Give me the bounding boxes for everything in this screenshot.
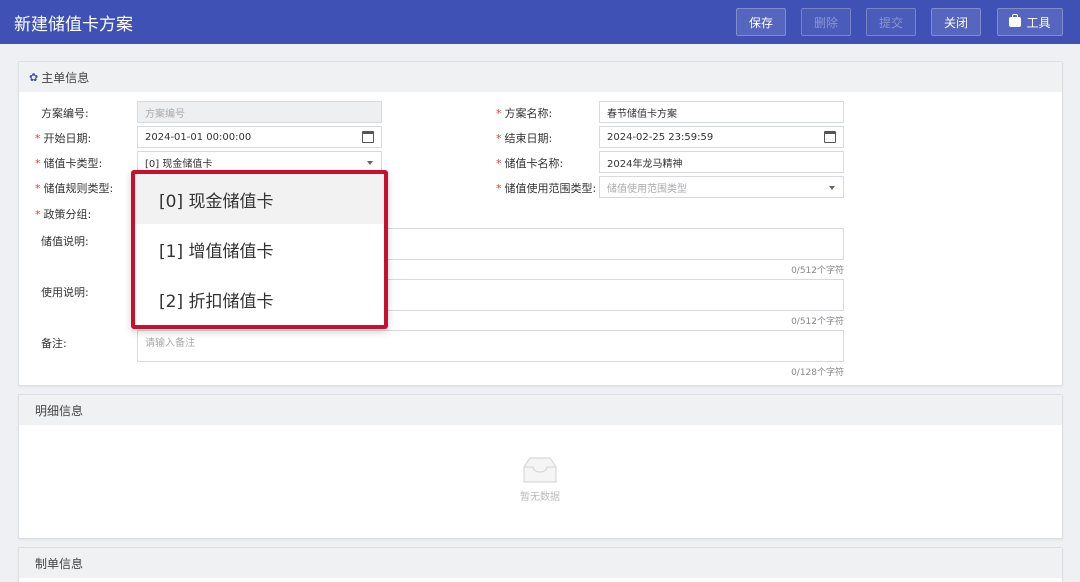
card-name-label: * 储值卡名称: bbox=[496, 157, 564, 170]
app-header: 新建储值卡方案 保存 删除 提交 关闭 工具 bbox=[0, 0, 1080, 44]
stored-desc-label: 储值说明: bbox=[41, 235, 89, 248]
card-type-value: [0] 现金储值卡 bbox=[145, 158, 213, 170]
detail-info-header: 明细信息 bbox=[19, 395, 1062, 425]
tools-button[interactable]: 工具 bbox=[997, 8, 1063, 36]
card-type-option-0[interactable]: [0] 现金储值卡 bbox=[135, 174, 384, 224]
detail-info-title: 明细信息 bbox=[35, 403, 84, 418]
stored-desc-counter: 0/512个字符 bbox=[791, 266, 844, 276]
maker-info-panel: 制单信息 bbox=[18, 547, 1063, 582]
main-info-header: ✿ 主单信息 bbox=[19, 62, 1062, 92]
maker-info-header: 制单信息 bbox=[19, 548, 1062, 578]
save-button[interactable]: 保存 bbox=[736, 8, 786, 36]
close-button[interactable]: 关闭 bbox=[931, 8, 981, 36]
empty-text: 暂无数据 bbox=[520, 492, 560, 503]
scope-type-label: * 储值使用范围类型: bbox=[496, 182, 597, 195]
delete-button[interactable]: 删除 bbox=[801, 8, 851, 36]
calendar-icon[interactable] bbox=[362, 131, 374, 143]
remark-counter: 0/128个字符 bbox=[791, 368, 844, 378]
scope-type-placeholder: 储值使用范围类型 bbox=[607, 183, 687, 195]
card-name-input[interactable]: 2024年龙马精神 bbox=[599, 151, 844, 173]
toolbox-icon bbox=[1009, 14, 1022, 27]
usage-desc-label: 使用说明: bbox=[41, 286, 89, 299]
scheme-name-label: * 方案名称: bbox=[496, 107, 553, 120]
end-date-label: * 结束日期: bbox=[496, 132, 553, 145]
policy-group-label: * 政策分组: bbox=[35, 208, 92, 221]
calendar-icon[interactable] bbox=[824, 131, 836, 143]
submit-button[interactable]: 提交 bbox=[866, 8, 916, 36]
empty-inbox-icon bbox=[523, 457, 557, 483]
card-type-dropdown: [0] 现金储值卡 [1] 增值储值卡 [2] 折扣储值卡 bbox=[131, 170, 388, 329]
card-type-option-1[interactable]: [1] 增值储值卡 bbox=[135, 224, 384, 274]
end-date-input[interactable]: 2024-02-25 23:59:59 bbox=[599, 126, 844, 148]
usage-desc-counter: 0/512个字符 bbox=[791, 317, 844, 327]
end-date-value: 2024-02-25 23:59:59 bbox=[607, 131, 714, 143]
page-title: 新建储值卡方案 bbox=[14, 15, 133, 35]
maker-info-title: 制单信息 bbox=[35, 556, 84, 571]
scheme-no-label: 方案编号: bbox=[41, 107, 89, 120]
remark-label: 备注: bbox=[41, 337, 67, 350]
start-date-label: * 开始日期: bbox=[35, 132, 92, 145]
remark-textarea[interactable]: 请输入备注 bbox=[137, 330, 844, 362]
gear-icon: ✿ bbox=[29, 70, 39, 84]
scheme-no-field: 方案编号 bbox=[137, 101, 382, 123]
card-type-label: * 储值卡类型: bbox=[35, 157, 103, 170]
chevron-down-icon bbox=[829, 186, 835, 190]
scope-type-select[interactable]: 储值使用范围类型 bbox=[599, 176, 844, 198]
rule-type-label: * 储值规则类型: bbox=[35, 182, 114, 195]
start-date-input[interactable]: 2024-01-01 00:00:00 bbox=[137, 126, 382, 148]
card-type-option-2[interactable]: [2] 折扣储值卡 bbox=[135, 274, 384, 324]
chevron-down-icon bbox=[367, 161, 373, 165]
start-date-value: 2024-01-01 00:00:00 bbox=[145, 131, 252, 143]
scheme-name-input[interactable]: 春节储值卡方案 bbox=[599, 101, 844, 123]
main-info-title: 主单信息 bbox=[41, 70, 90, 85]
tools-button-label: 工具 bbox=[1026, 15, 1051, 30]
